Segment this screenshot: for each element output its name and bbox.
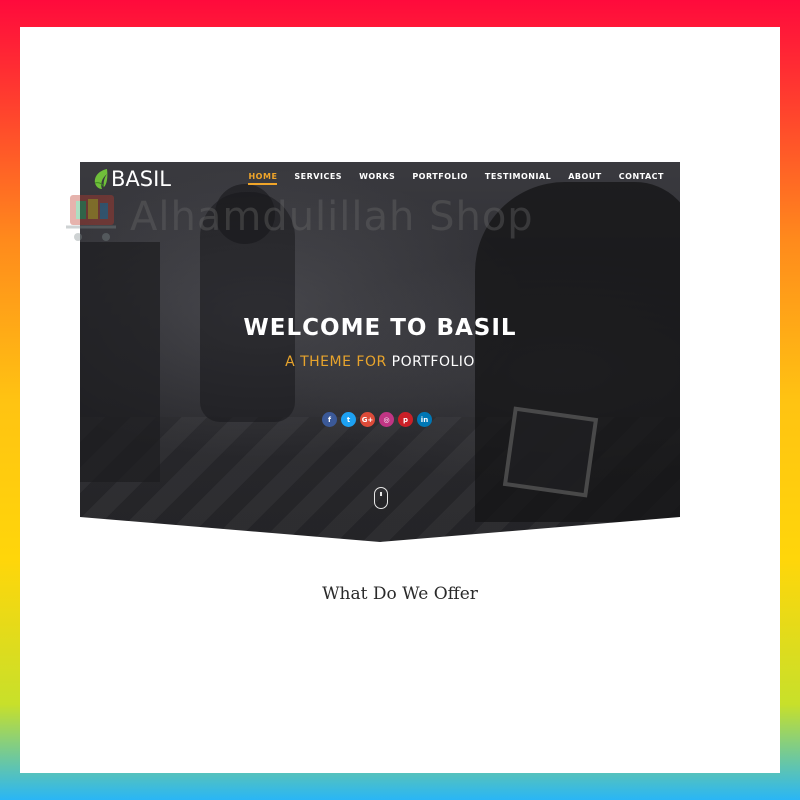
- hero-subline: A THEME FOR PORTFOLIO: [80, 354, 680, 370]
- linkedin-icon[interactable]: in: [417, 412, 432, 427]
- instagram-icon[interactable]: ◎: [379, 412, 394, 427]
- section-title: What Do We Offer: [322, 584, 478, 604]
- social-links: f t G+ ◎ p in: [80, 412, 677, 427]
- watermark-text: Alhamdulillah Shop: [130, 194, 534, 240]
- watermark: Alhamdulillah Shop: [62, 177, 662, 257]
- cart-icon: [66, 195, 116, 241]
- mouse-scroll-icon[interactable]: [374, 487, 388, 509]
- twitter-icon[interactable]: t: [341, 412, 356, 427]
- hero-sub-white: PORTFOLIO: [391, 354, 475, 370]
- google-plus-icon[interactable]: G+: [360, 412, 375, 427]
- facebook-icon[interactable]: f: [322, 412, 337, 427]
- pinterest-icon[interactable]: p: [398, 412, 413, 427]
- hero-headline: WELCOME TO BASIL: [243, 315, 517, 341]
- hero-sub-accent: A THEME FOR: [285, 354, 387, 370]
